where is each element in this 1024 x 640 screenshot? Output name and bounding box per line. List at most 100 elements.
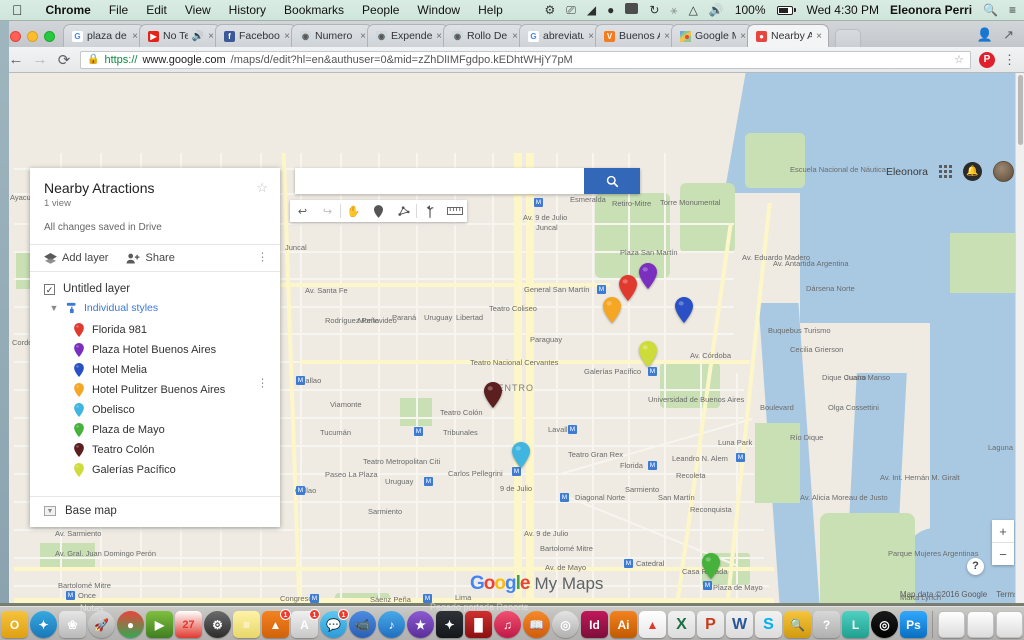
pinterest-extension-icon[interactable]: P	[979, 51, 995, 68]
search-button[interactable]	[584, 168, 640, 194]
minimized-window-2[interactable]	[967, 611, 994, 638]
chrome-icon[interactable]: ●	[117, 611, 144, 638]
tab-close-icon[interactable]: ×	[208, 31, 214, 42]
map-search-bar[interactable]	[295, 168, 640, 194]
browser-tab-5[interactable]: ◉ Rollo De T ×	[443, 24, 525, 47]
user-name-label[interactable]: Eleonora Perri	[890, 3, 972, 17]
illustrator-icon[interactable]: Ai	[610, 611, 637, 638]
minimized-window-1[interactable]	[938, 611, 965, 638]
menu-item-history[interactable]: History	[220, 3, 275, 17]
ibooks-icon[interactable]: 📖	[523, 611, 550, 638]
messages-icon[interactable]: 💬 1	[320, 609, 349, 638]
place-item-7[interactable]: Galerías Pacífico	[44, 460, 266, 480]
redo-tool[interactable]: ↪	[315, 200, 340, 222]
address-bar[interactable]: 🔒 https:// www.google.com/maps/d/edit?hl=…	[80, 50, 971, 69]
menu-item-edit[interactable]: Edit	[137, 3, 176, 17]
browser-tab-6[interactable]: G abreviatur ×	[519, 24, 601, 47]
photoshop-icon[interactable]: Ps	[900, 611, 927, 638]
macos-dock[interactable]: 🙂O✦❀🚀●▶27⚙≡▲1A1💬1📹♪★✦█♫📖◎IdAi▲XPWS🔍?L◎Ps…	[0, 606, 1024, 640]
browser-tab-1[interactable]: ▶ No Te \ 🔊 ×	[139, 24, 221, 47]
map-marker-0[interactable]	[619, 275, 637, 301]
spotlight-search-icon[interactable]: 🔍	[983, 3, 998, 17]
add-layer-button[interactable]: Add layer	[44, 252, 108, 264]
books-red-icon[interactable]: █	[465, 611, 492, 638]
facetime-icon[interactable]: 📹	[349, 611, 376, 638]
add-marker-tool[interactable]	[366, 200, 391, 222]
tab-close-icon[interactable]: ×	[588, 31, 594, 42]
page-scrollbar[interactable]	[1015, 73, 1024, 603]
browser-tab-3[interactable]: ◉ Numero D ×	[291, 24, 373, 47]
menu-item-chrome[interactable]: Chrome	[37, 3, 100, 17]
display-mirroring-icon[interactable]: ⎚	[566, 3, 576, 18]
limewire-icon[interactable]: L	[842, 611, 869, 638]
map-marker-3[interactable]	[603, 297, 621, 323]
browser-tab-4[interactable]: ◉ Expended ×	[367, 24, 449, 47]
select-hand-tool[interactable]: ✋	[341, 200, 366, 222]
place-list[interactable]: Florida 981 Plaza Hotel Buenos Aires Hotel…	[44, 317, 266, 490]
after-effects-icon[interactable]: ◎	[871, 611, 898, 638]
map-edit-toolbar[interactable]: ↩ ↪ ✋	[290, 200, 467, 222]
screenflow-icon[interactable]: ◢	[587, 3, 596, 17]
imovie-icon[interactable]: ★	[407, 611, 434, 638]
google-user-label[interactable]: Eleonora	[886, 166, 928, 178]
spotlight-preview-icon[interactable]: 🔍	[784, 611, 811, 638]
itunes-tv-icon[interactable]: ▶	[146, 611, 173, 638]
tab-close-icon[interactable]: ×	[284, 31, 290, 42]
tab-close-icon[interactable]: ×	[360, 31, 366, 42]
map-marker-6[interactable]	[484, 382, 502, 408]
layer-styles-row[interactable]: ▼ Individual styles	[44, 295, 266, 317]
help-button[interactable]: ?	[967, 558, 984, 575]
forward-button[interactable]: →	[32, 51, 48, 68]
dropbox-icon[interactable]: ⚙	[545, 3, 556, 17]
battery-icon[interactable]	[776, 5, 796, 15]
back-button[interactable]: ←	[8, 51, 24, 68]
place-item-5[interactable]: Plaza de Mayo	[44, 420, 266, 440]
indesign-icon[interactable]: Id	[581, 611, 608, 638]
browser-tab-7[interactable]: V Buenos Ai ×	[595, 24, 677, 47]
place-item-3[interactable]: Hotel Pulitzer Buenos Aires	[44, 380, 266, 400]
place-item-2[interactable]: Hotel Melia	[44, 360, 266, 380]
notifications-bell-icon[interactable]: 🔔	[963, 162, 982, 181]
launchpad-icon[interactable]: 🚀	[88, 611, 115, 638]
disk-utility-icon[interactable]: ◎	[552, 611, 579, 638]
music-icon[interactable]: ♫	[494, 611, 521, 638]
user-avatar[interactable]	[993, 161, 1014, 182]
powerpoint-icon[interactable]: P	[697, 611, 724, 638]
tab-close-icon[interactable]: ×	[132, 31, 138, 42]
keynote-icon[interactable]: O	[1, 611, 28, 638]
photos-icon[interactable]: ❀	[59, 611, 86, 638]
google-apps-grid-icon[interactable]	[939, 165, 952, 178]
bluetooth-icon[interactable]: ⚹	[670, 3, 677, 18]
itunes-icon[interactable]: ♪	[378, 611, 405, 638]
new-tab-button[interactable]	[835, 29, 861, 47]
tab-close-icon[interactable]: ×	[664, 31, 670, 42]
menu-item-people[interactable]: People	[353, 3, 408, 17]
star-outline-icon[interactable]: ☆	[256, 180, 268, 196]
my-maps-viewport[interactable]: Av. Santa Fe Juncal Juncal Callao Paraguay Vi…	[0, 73, 1024, 603]
menu-item-bookmarks[interactable]: Bookmarks	[275, 3, 353, 17]
add-directions-tool[interactable]	[417, 200, 442, 222]
measure-tool[interactable]	[442, 200, 467, 222]
place-item-1[interactable]: Plaza Hotel Buenos Aires	[44, 340, 266, 360]
menu-item-view[interactable]: View	[176, 3, 220, 17]
apple-logo-icon[interactable]: 	[12, 3, 23, 17]
scrollbar-thumb[interactable]	[1018, 75, 1023, 145]
layer-name[interactable]: Untitled layer	[63, 283, 130, 295]
map-layer[interactable]: ✓ Untitled layer ⋮ ▼ Individual styles F…	[30, 272, 280, 496]
close-window-button[interactable]	[10, 31, 21, 42]
place-item-4[interactable]: Obelisco	[44, 400, 266, 420]
unknown-icon[interactable]: ?	[813, 611, 840, 638]
layer-more-icon[interactable]: ⋮	[257, 378, 268, 390]
skype-icon[interactable]: S	[755, 611, 782, 638]
keyboard-icon[interactable]	[625, 3, 639, 17]
zoom-window-button[interactable]	[44, 31, 55, 42]
reload-button[interactable]: ⟳	[56, 51, 72, 69]
browser-tab-8[interactable]: Google Ma ×	[671, 24, 753, 47]
flux-icon[interactable]: ●	[607, 3, 614, 17]
map-marker-2[interactable]	[675, 297, 693, 323]
my-maps-panel[interactable]: Nearby Atractions 1 view ☆ All changes s…	[30, 168, 280, 527]
zoom-in-button[interactable]: +	[992, 520, 1014, 542]
time-machine-icon[interactable]: ↻	[649, 3, 659, 17]
clock-label[interactable]: Wed 4:30 PM	[807, 3, 879, 17]
panel-more-icon[interactable]: ⋮	[257, 252, 268, 264]
